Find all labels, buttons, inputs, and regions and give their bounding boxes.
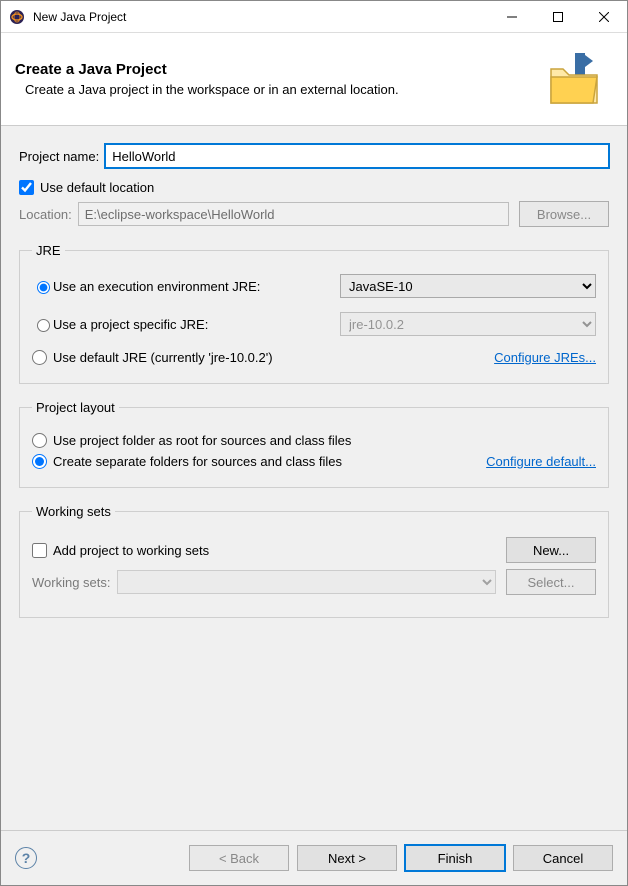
button-bar: ? < Back Next > Finish Cancel bbox=[1, 830, 627, 885]
use-default-location-checkbox[interactable] bbox=[19, 180, 34, 195]
layout-separate-label: Create separate folders for sources and … bbox=[53, 454, 342, 469]
jre-project-specific-label: Use a project specific JRE: bbox=[53, 317, 208, 332]
jre-project-specific-combo: jre-10.0.2 bbox=[340, 312, 596, 336]
page-title: Create a Java Project bbox=[15, 61, 543, 78]
next-button[interactable]: Next > bbox=[297, 845, 397, 871]
window-buttons bbox=[489, 1, 627, 32]
jre-exec-env-label: Use an execution environment JRE: bbox=[53, 279, 260, 294]
working-sets-combo bbox=[117, 570, 496, 594]
eclipse-icon bbox=[9, 9, 25, 25]
jre-default-label: Use default JRE (currently 'jre-10.0.2') bbox=[53, 350, 273, 365]
close-button[interactable] bbox=[581, 1, 627, 32]
working-sets-group: Working sets Add project to working sets… bbox=[19, 504, 609, 618]
jre-project-specific-row: Use a project specific JRE: jre-10.0.2 bbox=[32, 312, 596, 336]
working-sets-select-row: Working sets: Select... bbox=[32, 569, 596, 595]
titlebar: New Java Project bbox=[1, 1, 627, 33]
select-working-sets-button: Select... bbox=[506, 569, 596, 595]
layout-separate-radio[interactable] bbox=[32, 454, 47, 469]
minimize-button[interactable] bbox=[489, 1, 535, 32]
layout-root-row: Use project folder as root for sources a… bbox=[32, 433, 596, 448]
new-working-set-button[interactable]: New... bbox=[506, 537, 596, 563]
maximize-button[interactable] bbox=[535, 1, 581, 32]
project-name-input[interactable] bbox=[105, 144, 609, 168]
finish-button[interactable]: Finish bbox=[405, 845, 505, 871]
help-button[interactable]: ? bbox=[15, 847, 37, 869]
jre-default-radio[interactable] bbox=[32, 350, 47, 365]
dialog-window: New Java Project Create a Java Project C… bbox=[0, 0, 628, 886]
layout-root-radio[interactable] bbox=[32, 433, 47, 448]
location-row: Location: Browse... bbox=[19, 201, 609, 227]
back-button: < Back bbox=[189, 845, 289, 871]
add-working-sets-row: Add project to working sets New... bbox=[32, 537, 596, 563]
use-default-location-label: Use default location bbox=[40, 180, 154, 195]
location-label: Location: bbox=[19, 207, 72, 222]
configure-jres-link[interactable]: Configure JREs... bbox=[494, 350, 596, 365]
use-default-location-row: Use default location bbox=[19, 180, 609, 195]
configure-default-link[interactable]: Configure default... bbox=[486, 454, 596, 469]
jre-group: JRE Use an execution environment JRE: Ja… bbox=[19, 243, 609, 384]
location-input bbox=[78, 202, 509, 226]
project-name-label: Project name: bbox=[19, 149, 99, 164]
add-working-sets-label: Add project to working sets bbox=[53, 543, 209, 558]
working-sets-legend: Working sets bbox=[32, 504, 115, 519]
project-layout-legend: Project layout bbox=[32, 400, 119, 415]
jre-default-row: Use default JRE (currently 'jre-10.0.2')… bbox=[32, 350, 596, 365]
jre-exec-env-row: Use an execution environment JRE: JavaSE… bbox=[32, 274, 596, 298]
cancel-button[interactable]: Cancel bbox=[513, 845, 613, 871]
jre-legend: JRE bbox=[32, 243, 65, 258]
wizard-content: Project name: Use default location Locat… bbox=[1, 126, 627, 830]
layout-separate-row: Create separate folders for sources and … bbox=[32, 454, 596, 469]
jre-exec-env-combo[interactable]: JavaSE-10 bbox=[340, 274, 596, 298]
project-layout-group: Project layout Use project folder as roo… bbox=[19, 400, 609, 488]
page-subtitle: Create a Java project in the workspace o… bbox=[15, 82, 543, 97]
browse-button: Browse... bbox=[519, 201, 609, 227]
folder-java-icon bbox=[543, 47, 607, 111]
layout-root-label: Use project folder as root for sources a… bbox=[53, 433, 351, 448]
window-title: New Java Project bbox=[33, 10, 489, 24]
project-name-row: Project name: bbox=[19, 144, 609, 168]
working-sets-label: Working sets: bbox=[32, 575, 111, 590]
jre-project-specific-radio[interactable] bbox=[37, 319, 50, 332]
wizard-header: Create a Java Project Create a Java proj… bbox=[1, 33, 627, 126]
add-working-sets-checkbox[interactable] bbox=[32, 543, 47, 558]
jre-exec-env-radio[interactable] bbox=[37, 281, 50, 294]
